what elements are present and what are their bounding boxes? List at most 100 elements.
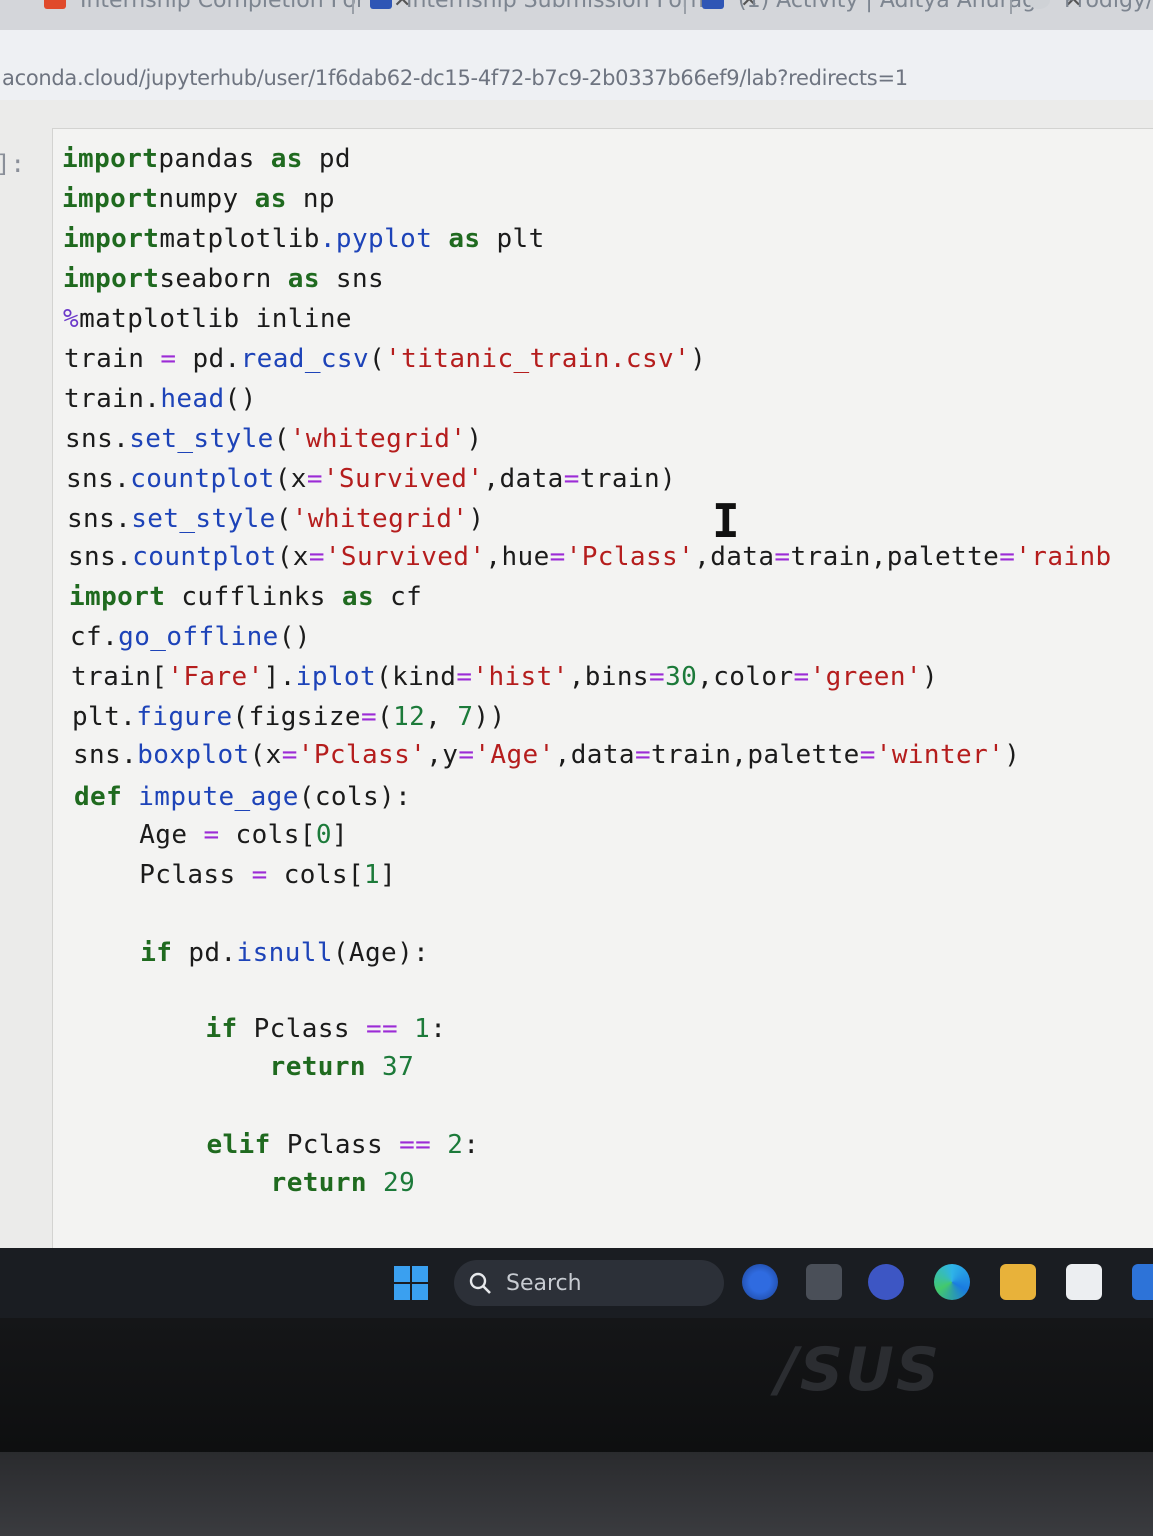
- code-token: import: [62, 184, 159, 214]
- code-token: as: [341, 582, 375, 612]
- code-token: =: [999, 542, 1016, 572]
- code-token: :: [463, 1130, 480, 1160]
- code-token: numpy: [158, 184, 255, 214]
- app-icon[interactable]: [1132, 1264, 1153, 1300]
- code-token: 'Survived': [324, 542, 486, 572]
- taskbar-search[interactable]: Search: [454, 1260, 724, 1306]
- browser-tab-strip: Internship Completion For ✕ Internship S…: [0, 0, 1153, 30]
- code-token: 'titanic_train.csv': [385, 344, 691, 374]
- code-token: 2: [447, 1130, 464, 1160]
- code-token: =: [634, 740, 651, 770]
- file-explorer-dark-icon[interactable]: [806, 1264, 842, 1300]
- code-token: (kind: [376, 662, 457, 692]
- code-token: countplot: [130, 464, 275, 494]
- code-token: .pyplot: [319, 224, 433, 254]
- code-token: import: [69, 582, 166, 612]
- code-token: read_csv: [240, 344, 370, 374]
- code-line: sns.set_style('whitegrid'): [65, 424, 482, 454]
- address-bar[interactable]: aconda.cloud/jupyterhub/user/1f6dab62-dc…: [0, 30, 1153, 101]
- code-token: 0: [315, 820, 332, 850]
- code-token: ): [690, 344, 707, 374]
- code-line: elif Pclass == 2:: [78, 1130, 479, 1160]
- code-token: %: [63, 304, 80, 334]
- tab-internship-submission[interactable]: Internship Submission Form ✕: [370, 0, 758, 14]
- code-token: =: [649, 662, 666, 692]
- code-token: (): [278, 622, 311, 652]
- code-token: =: [203, 820, 220, 850]
- tab-internship-completion[interactable]: Internship Completion For ✕: [44, 0, 411, 14]
- code-token: sns.: [66, 464, 131, 494]
- code-token: import: [63, 224, 160, 254]
- laptop-brand-logo: /SUS: [776, 1335, 942, 1405]
- edge-icon[interactable]: [934, 1264, 970, 1300]
- code-token: sns.: [73, 740, 138, 770]
- code-token: (x: [276, 542, 309, 572]
- code-token: if: [205, 1014, 238, 1044]
- code-line: importseaborn as sns: [63, 264, 384, 294]
- code-line: train.head(): [64, 384, 257, 414]
- code-token: =: [563, 464, 580, 494]
- tab-linkedin-activity[interactable]: (1) Activity | Aditya Anurag ✕: [702, 0, 1083, 14]
- code-line: Pclass = cols[1]: [75, 860, 396, 890]
- code-line: importmatplotlib.pyplot as plt: [63, 224, 545, 254]
- laptop-bezel-edge: [0, 1452, 1153, 1536]
- windows-start-icon[interactable]: [394, 1266, 428, 1300]
- bing-icon[interactable]: [742, 1264, 778, 1300]
- tab-title: Prodigy/Ta: [1064, 0, 1153, 13]
- code-token: (: [273, 424, 290, 454]
- code-token: =: [458, 740, 475, 770]
- code-token: cufflinks: [165, 582, 342, 612]
- code-token: ): [1004, 740, 1021, 770]
- code-token: train,palette: [651, 740, 860, 770]
- code-token: 'rainb: [1015, 542, 1112, 572]
- code-line: sns.set_style('whitegrid'): [67, 504, 484, 534]
- code-token: def: [74, 782, 123, 812]
- tab-prodigy[interactable]: Prodigy/Ta: [1028, 0, 1153, 14]
- store-icon[interactable]: [1066, 1264, 1102, 1300]
- code-token: import: [63, 264, 160, 294]
- text-cursor-icon: I: [712, 494, 740, 548]
- code-line: def impute_age(cols):: [74, 782, 411, 812]
- code-token: pd.: [176, 344, 241, 374]
- code-token: 'Pclass': [565, 542, 695, 572]
- code-token: as: [254, 184, 287, 214]
- tab-title: Internship Completion For: [80, 0, 366, 13]
- code-token: pd: [302, 144, 351, 174]
- code-token: return: [270, 1168, 367, 1198]
- code-token: ): [468, 504, 485, 534]
- code-token: matplotlib inline: [79, 304, 352, 334]
- code-token: (Age):: [332, 938, 430, 968]
- meet-icon[interactable]: [868, 1264, 904, 1300]
- code-token: 'whitegrid': [291, 504, 469, 534]
- tab-title: (1) Activity | Aditya Anurag: [738, 0, 1037, 13]
- code-token: set_style: [129, 424, 274, 454]
- code-token: np: [286, 184, 335, 214]
- code-token: =: [793, 662, 810, 692]
- code-token: (x: [249, 740, 282, 770]
- folder-icon[interactable]: [1000, 1264, 1036, 1300]
- code-line: importpandas as pd: [62, 144, 351, 174]
- code-line: return 29: [78, 1168, 415, 1198]
- code-line: if Pclass == 1:: [77, 1014, 446, 1044]
- code-token: 29: [383, 1168, 416, 1198]
- code-token: 1: [414, 1014, 431, 1044]
- code-line: train = pd.read_csv('titanic_train.csv'): [64, 344, 706, 374]
- tab-divider: [352, 0, 354, 14]
- code-token: as: [270, 144, 303, 174]
- photo-of-laptop-screen: Internship Completion For ✕ Internship S…: [0, 0, 1153, 1536]
- code-token: as: [448, 224, 481, 254]
- code-token: boxplot: [137, 740, 250, 770]
- code-token: ,: [425, 702, 458, 732]
- code-token: ): [466, 424, 483, 454]
- code-token: ==: [399, 1130, 432, 1160]
- code-token: =: [859, 740, 876, 770]
- code-token: ,bins: [568, 662, 649, 692]
- code-token: 'green': [809, 662, 922, 692]
- linkedin-icon: [702, 0, 724, 9]
- code-token: cf.: [70, 622, 119, 652]
- code-token: =: [306, 464, 323, 494]
